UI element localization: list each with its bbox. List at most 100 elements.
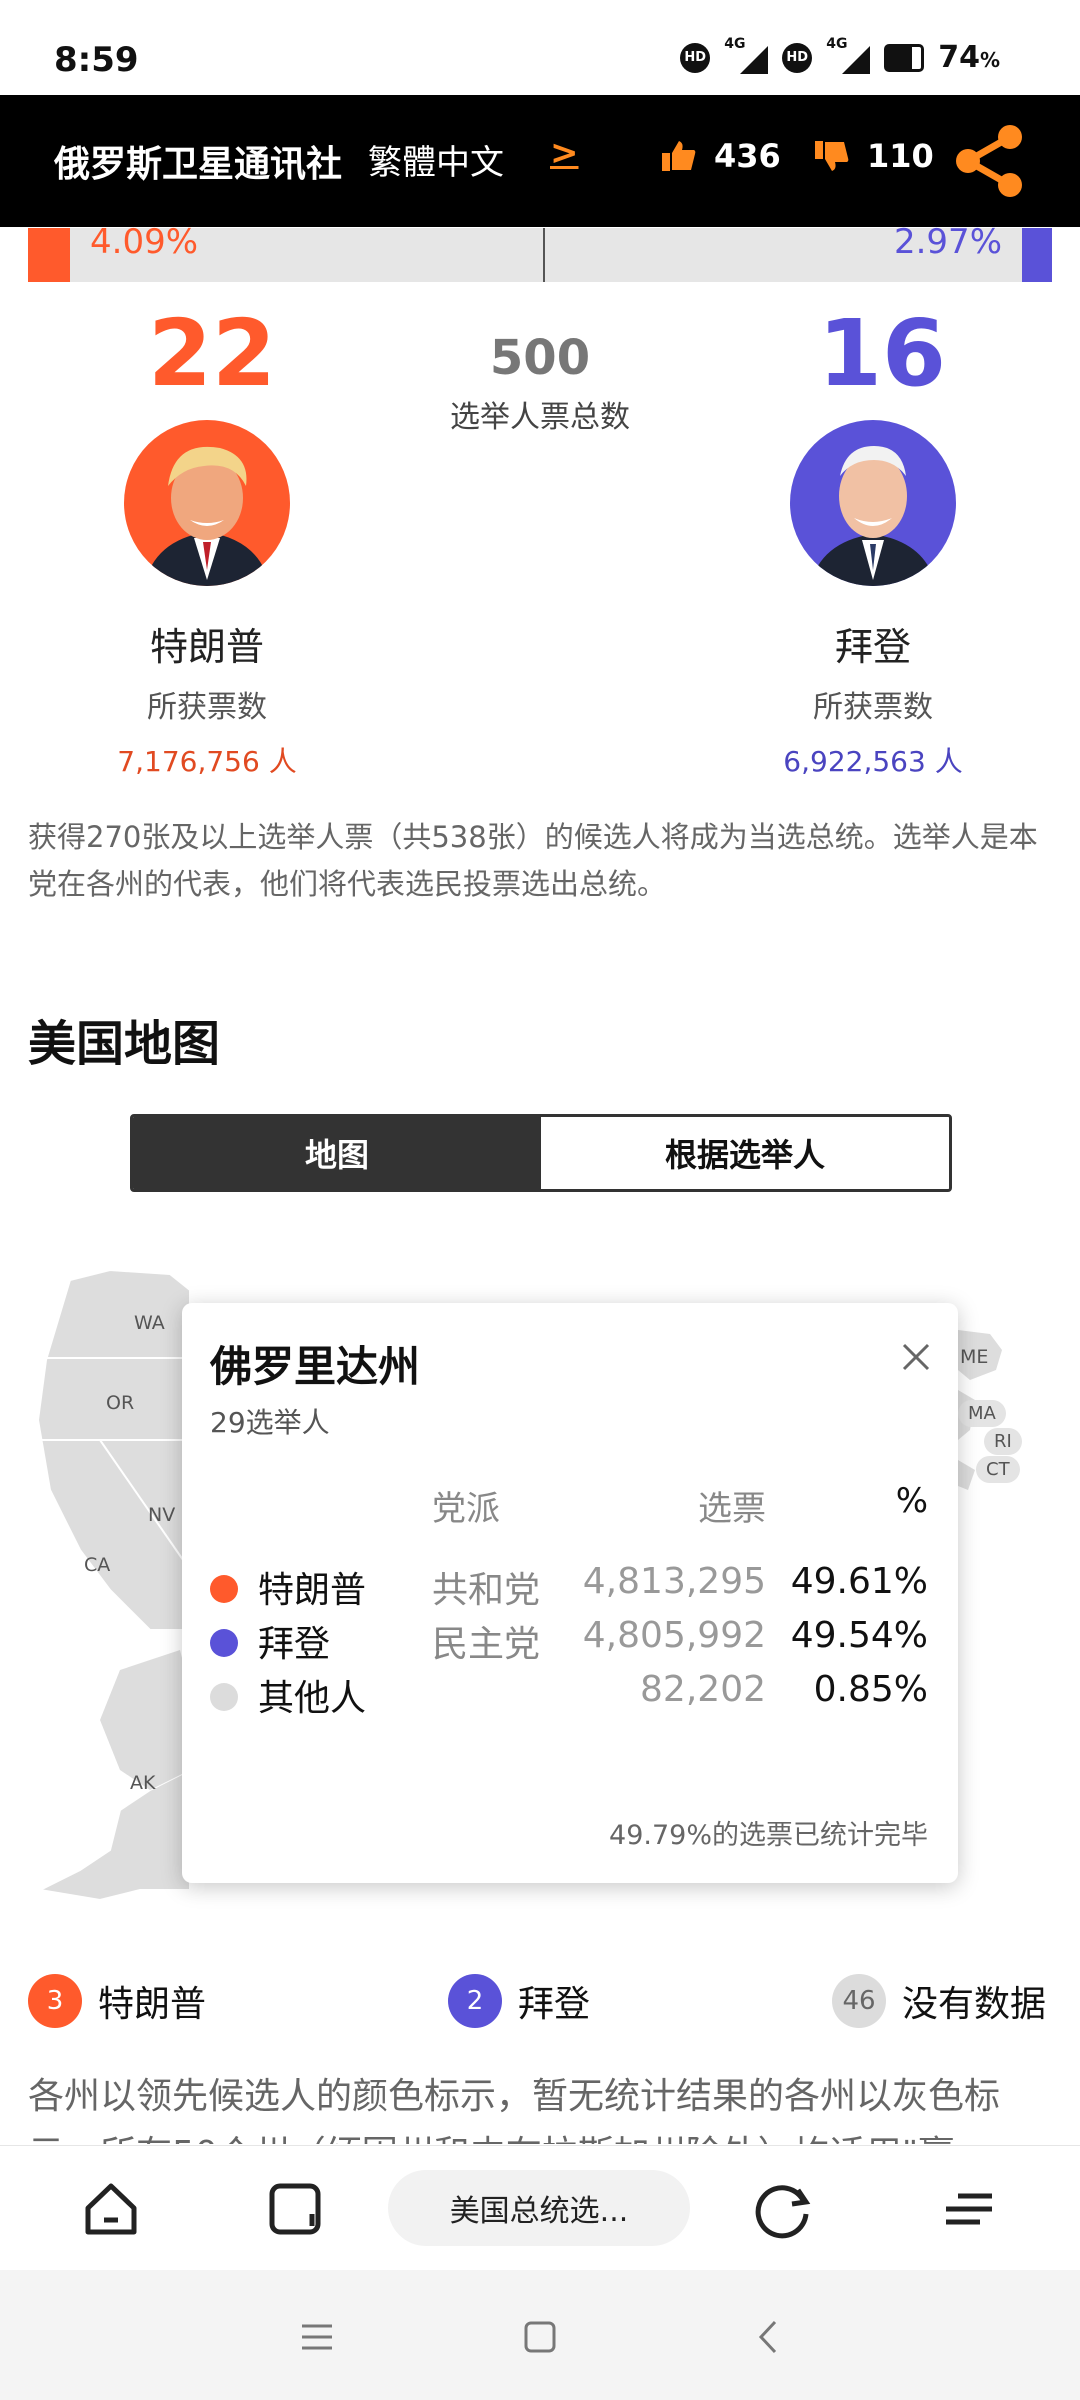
total-electors-label: 选举人票总数 <box>450 400 630 435</box>
refresh-icon[interactable] <box>748 2174 818 2244</box>
legend-badge: 2 <box>448 1974 502 2028</box>
popup-col-votes: 选票 <box>698 1489 766 1529</box>
bar-midline <box>543 228 545 282</box>
status-time: 8:59 <box>54 40 139 80</box>
biden-avatar <box>790 420 956 586</box>
legend-item-trump: 3 特朗普 <box>28 1974 206 2028</box>
map-label-nv: NV <box>148 1504 176 1526</box>
close-icon[interactable] <box>896 1337 936 1377</box>
legend-item-biden: 2 拜登 <box>448 1974 590 2028</box>
map-label-or: OR <box>106 1392 135 1414</box>
tabs-icon[interactable] <box>260 2174 330 2244</box>
map-view-tabs: 地图 根据选举人 <box>130 1114 952 1192</box>
trump-electors: 22 <box>148 300 277 407</box>
trump-avatar <box>124 420 290 586</box>
battery-icon <box>884 43 925 72</box>
map-legend: 3 特朗普 2 拜登 46 没有数据 <box>28 1974 1052 2034</box>
popup-candidate-name: 特朗普 <box>258 1570 367 1611</box>
map-label-ca: CA <box>84 1554 111 1576</box>
popup-candidate-name: 拜登 <box>258 1624 331 1665</box>
thumbs-up-icon <box>662 141 696 171</box>
legend-label: 特朗普 <box>98 1984 207 2025</box>
status-bar: 8:59 HD 4G HD 4G 74% <box>0 0 1080 95</box>
popup-percent: 49.61% <box>790 1561 928 1602</box>
hd-icon-2: HD <box>782 42 813 73</box>
biden-share-percent: 2.97% <box>893 222 1002 262</box>
popup-row: 拜登 民主党 4,805,992 49.54% <box>182 1607 958 1667</box>
system-nav-bar <box>0 2270 1080 2400</box>
popup-candidate-name: 其他人 <box>258 1678 367 1719</box>
state-popup: 佛罗里达州 29选举人 党派 选票 % 特朗普 共和党 4,813,295 49… <box>182 1303 958 1883</box>
map-label-me: ME <box>960 1346 989 1368</box>
biden-electors: 16 <box>818 300 947 407</box>
signal-icon: 4G <box>724 36 769 74</box>
trump-vote-count: 7,176,756 人 <box>117 745 297 778</box>
legend-item-nodata: 46 没有数据 <box>832 1974 1046 2028</box>
trump-votes-label: 所获票数 <box>147 690 267 725</box>
legend-label: 没有数据 <box>902 1984 1047 2025</box>
dislike-button[interactable]: 110 <box>815 137 934 175</box>
intro-paragraph: 获得270张及以上选举人票（共538张）的候选人将成为当选总统。选举人是本党在各… <box>28 820 1038 901</box>
tab-by-electors[interactable]: 根据选举人 <box>541 1117 949 1189</box>
language-label[interactable]: 繁體中文 <box>368 135 504 184</box>
popup-row: 其他人 82,202 0.85% <box>182 1661 958 1721</box>
status-icons: HD 4G HD 4G 74% <box>680 36 1000 75</box>
popup-state-name: 佛罗里达州 <box>210 1342 421 1391</box>
legend-badge: 3 <box>28 1974 82 2028</box>
legend-label: 拜登 <box>518 1984 591 2025</box>
home-nav-icon[interactable] <box>515 2312 565 2362</box>
popup-percent: 49.54% <box>790 1615 928 1656</box>
trump-name: 特朗普 <box>149 625 264 669</box>
hd-icon: HD <box>680 42 711 73</box>
tab-map[interactable]: 地图 <box>133 1117 541 1189</box>
recents-icon[interactable] <box>292 2312 342 2362</box>
site-brand[interactable]: 俄罗斯卫星通讯社 <box>54 135 342 187</box>
total-electors-number: 500 <box>489 330 591 386</box>
map-note: 各州以领先候选人的颜色标示，暂无统计结果的各州以灰色标示。所有50个州（缅因州和… <box>28 2076 1001 2144</box>
biden-vote-count: 6,922,563 人 <box>783 745 963 778</box>
popup-col-party: 党派 <box>432 1489 500 1529</box>
map-label-ri[interactable]: RI <box>984 1428 1022 1455</box>
popup-votes: 4,805,992 <box>582 1615 766 1656</box>
address-bar[interactable]: 美国总统选... <box>388 2170 690 2246</box>
alaska-mainland <box>100 1650 190 1790</box>
biden-portrait <box>810 446 936 586</box>
biden-name: 拜登 <box>834 625 911 669</box>
signal-icon-2: 4G <box>826 36 871 74</box>
trump-color-dot <box>210 1575 238 1603</box>
popup-votes: 4,813,295 <box>582 1561 766 1602</box>
map-label-ma[interactable]: MA <box>958 1400 1006 1427</box>
home-icon[interactable] <box>76 2174 146 2244</box>
browser-toolbar: 美国总统选... <box>0 2145 1080 2271</box>
trump-share-fill <box>28 228 70 282</box>
popup-col-pct: % <box>895 1481 928 1521</box>
site-header: 俄罗斯卫星通讯社 繁體中文 > 436 110 <box>0 95 1080 227</box>
popup-footnote: 49.79%的选票已统计完毕 <box>609 1820 928 1851</box>
west-states <box>36 1268 191 1631</box>
popup-row: 特朗普 共和党 4,813,295 49.61% <box>182 1553 958 1613</box>
total-electors: 500 选举人票总数 <box>430 330 650 436</box>
popular-vote-bar: 4.09% 2.97% <box>28 222 1052 282</box>
popup-party: 共和党 <box>432 1570 541 1611</box>
language-switch-link[interactable]: > <box>550 133 579 173</box>
share-icon[interactable] <box>950 123 1030 199</box>
map-label-ak: AK <box>130 1772 156 1794</box>
map-label-wa: WA <box>134 1312 165 1334</box>
like-count: 436 <box>714 137 781 175</box>
menu-icon[interactable] <box>934 2174 1004 2244</box>
legend-badge: 46 <box>832 1974 886 2028</box>
trump-portrait <box>144 446 270 586</box>
popup-percent: 0.85% <box>813 1669 928 1710</box>
others-color-dot <box>210 1683 238 1711</box>
like-button[interactable]: 436 <box>662 137 781 175</box>
thumbs-down-icon <box>815 141 849 171</box>
popup-party: 民主党 <box>432 1624 541 1665</box>
biden-color-dot <box>210 1629 238 1657</box>
popup-votes: 82,202 <box>640 1669 766 1710</box>
dislike-count: 110 <box>867 137 934 175</box>
back-icon[interactable] <box>743 2312 793 2362</box>
battery-percent: 74% <box>938 40 1000 75</box>
map-label-ct[interactable]: CT <box>976 1456 1020 1483</box>
trump-share-percent: 4.09% <box>90 222 199 262</box>
popup-electors: 29选举人 <box>210 1406 330 1439</box>
